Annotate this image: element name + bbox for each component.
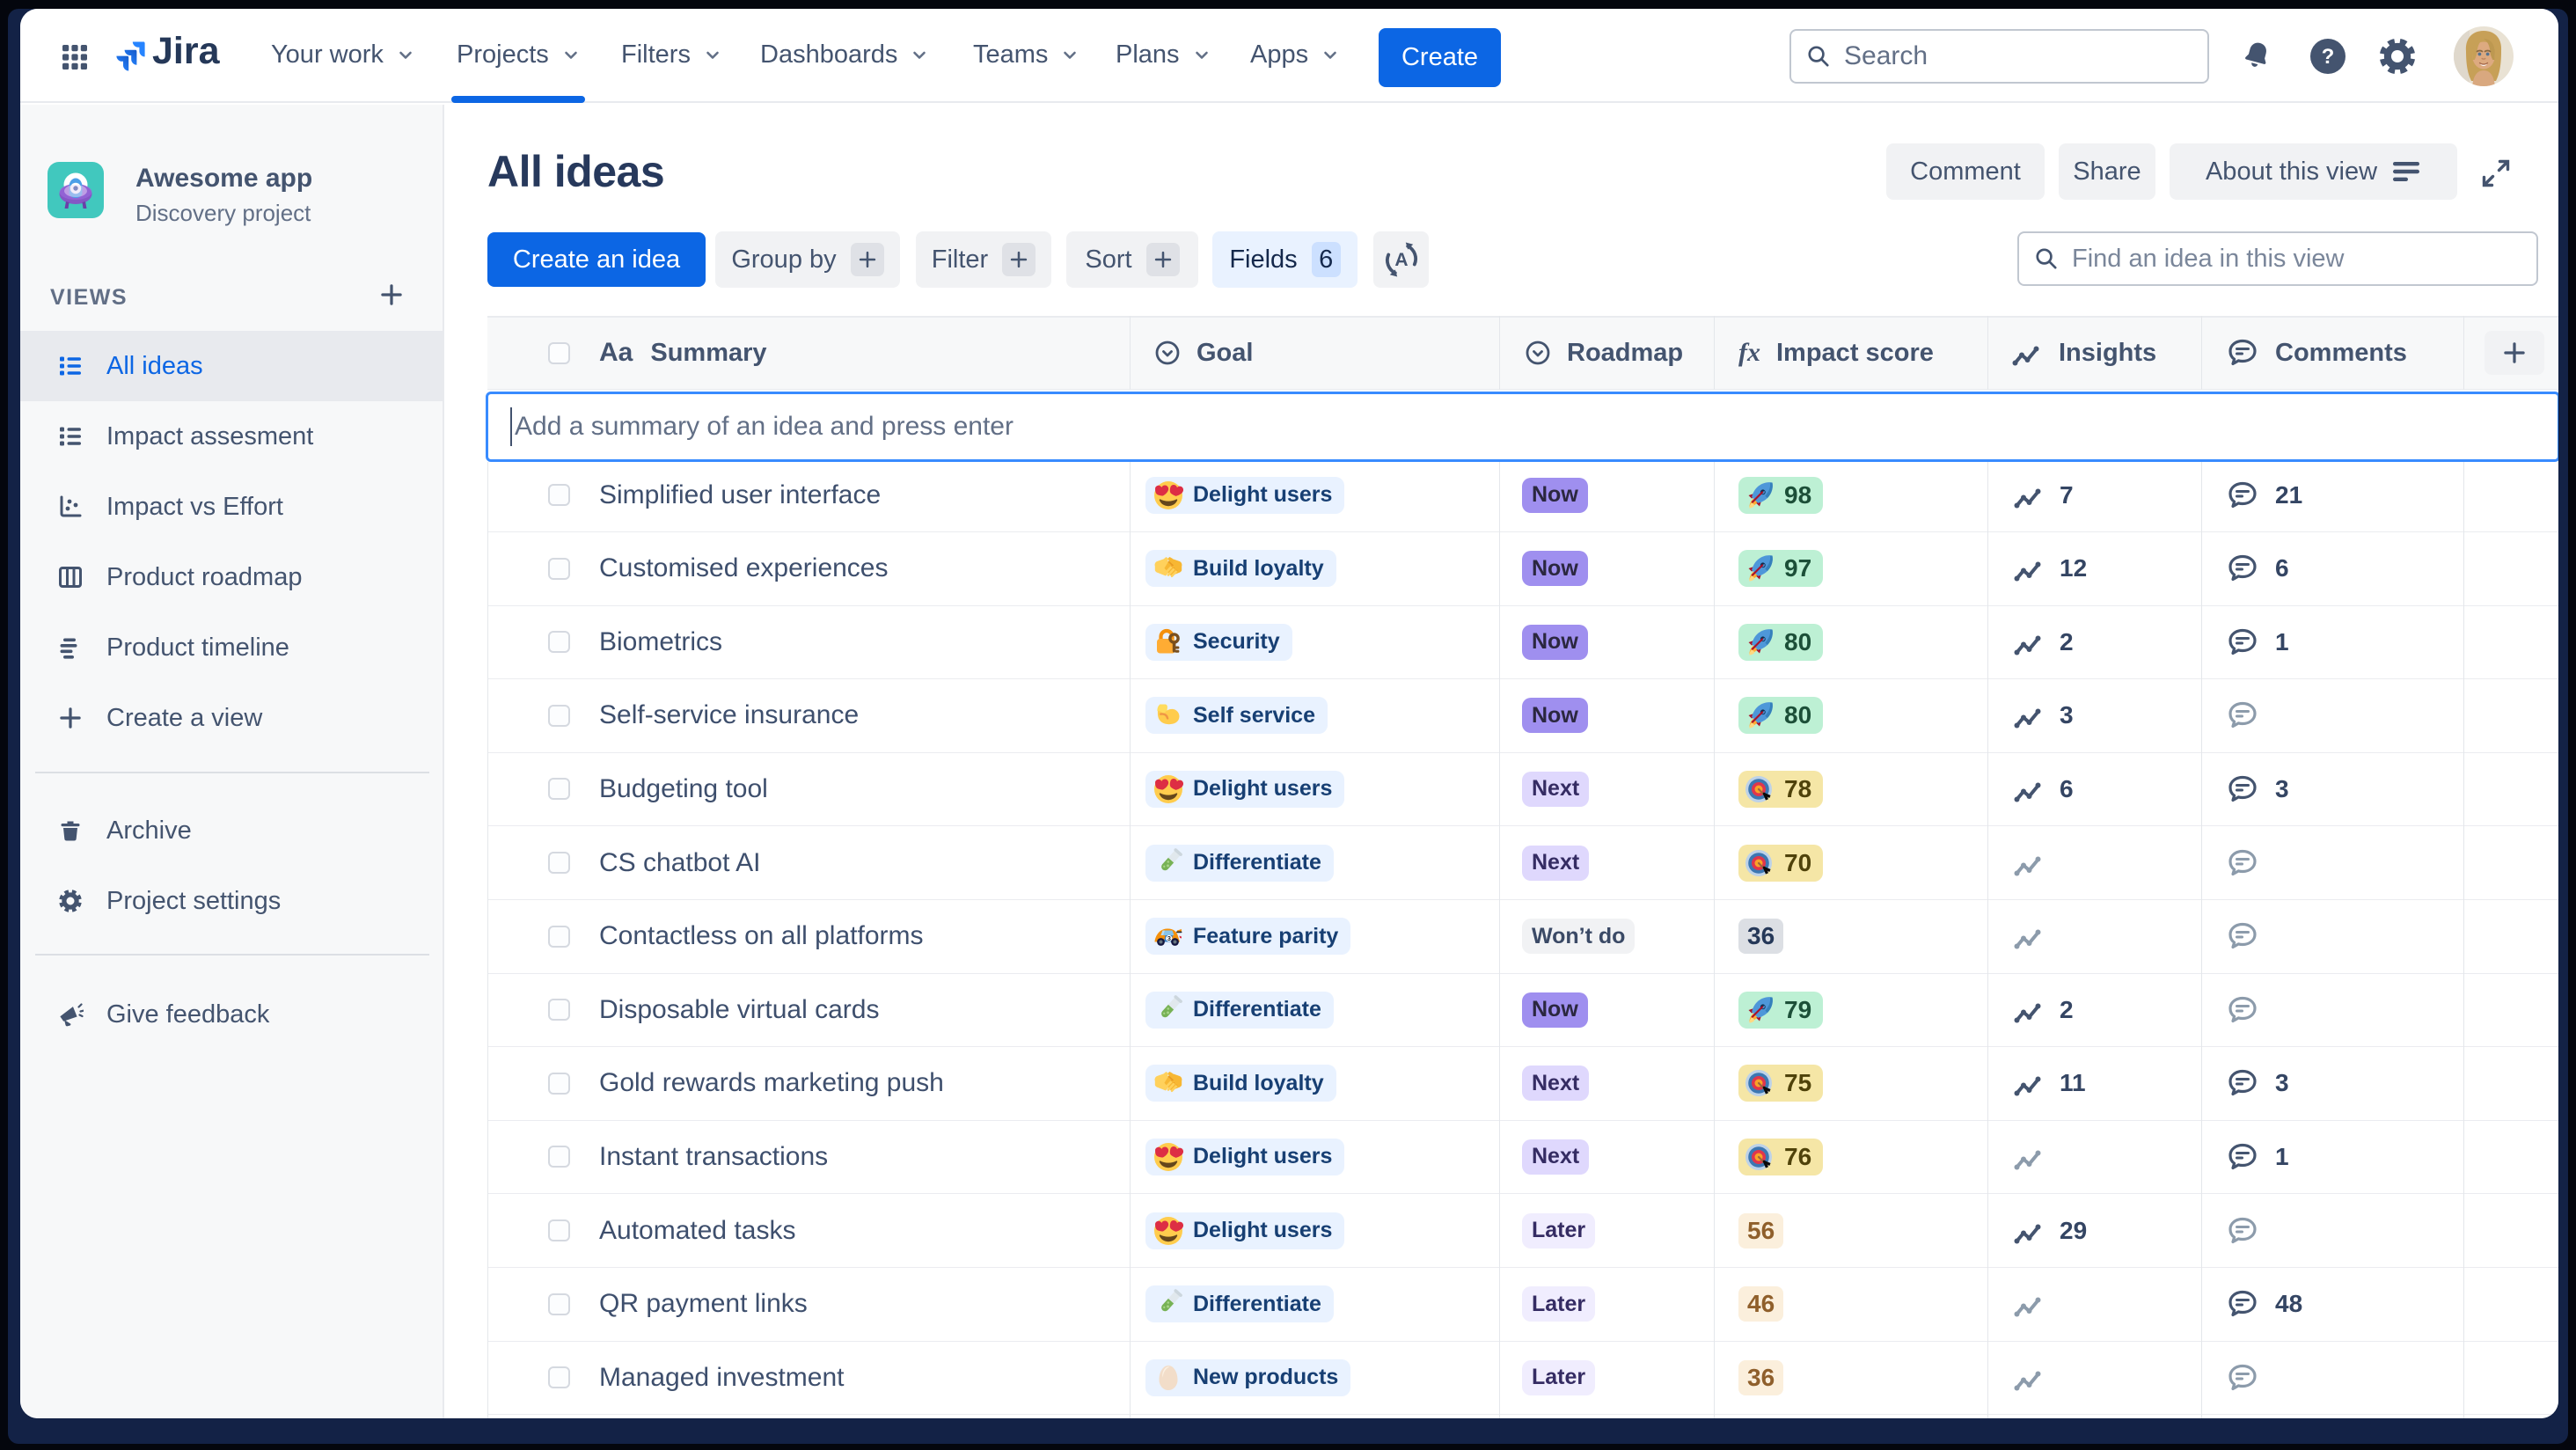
svg-text:?: ?: [2322, 45, 2335, 69]
svg-text:3: 3: [1167, 934, 1171, 942]
svg-text:A: A: [1394, 250, 1408, 270]
